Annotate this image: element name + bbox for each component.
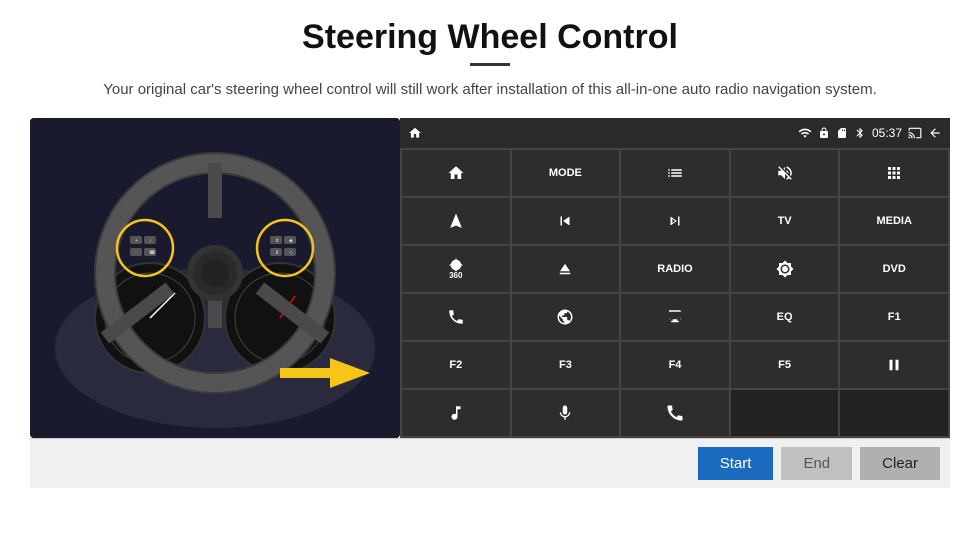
btn-phone[interactable] (402, 294, 510, 340)
page-title: Steering Wheel Control (302, 18, 678, 57)
sd-icon (836, 127, 848, 139)
title-divider (470, 63, 510, 66)
btn-radio[interactable]: RADIO (621, 246, 729, 292)
btn-mode[interactable]: MODE (512, 150, 620, 196)
time-display: 05:37 (872, 126, 902, 140)
btn-empty2 (840, 390, 948, 436)
btn-next[interactable] (621, 198, 729, 244)
btn-callend[interactable] (621, 390, 729, 436)
page-subtitle: Your original car's steering wheel contr… (103, 78, 877, 102)
svg-text:☎: ☎ (149, 250, 155, 256)
btn-eq[interactable]: EQ (731, 294, 839, 340)
status-right: 05:37 (798, 126, 942, 140)
btn-playpause[interactable] (840, 342, 948, 388)
btn-eject[interactable] (512, 246, 620, 292)
svg-text:⬇: ⬇ (275, 250, 279, 256)
btn-music[interactable] (402, 390, 510, 436)
btn-nav[interactable] (402, 198, 510, 244)
svg-text:⬆: ⬆ (275, 238, 279, 244)
btn-f4[interactable]: F4 (621, 342, 729, 388)
btn-f2[interactable]: F2 (402, 342, 510, 388)
content-area: + ♪ - ☎ ⬆ ◆ ⬇ ◇ (30, 118, 950, 438)
btn-apps[interactable] (840, 150, 948, 196)
svg-text:◇: ◇ (289, 250, 293, 256)
bluetooth-icon (854, 127, 866, 139)
lock-icon (818, 127, 830, 139)
bottom-action-bar: Start End Clear (30, 438, 950, 488)
btn-tv[interactable]: TV (731, 198, 839, 244)
status-left (408, 126, 422, 140)
button-grid: MODE TV (400, 148, 950, 438)
btn-list[interactable] (621, 150, 729, 196)
btn-empty1 (731, 390, 839, 436)
btn-f5[interactable]: F5 (731, 342, 839, 388)
end-button[interactable]: End (781, 447, 852, 480)
control-panel: 05:37 MODE (400, 118, 950, 438)
back-icon (928, 126, 942, 140)
clear-button[interactable]: Clear (860, 447, 940, 480)
btn-mic[interactable] (512, 390, 620, 436)
page-container: Steering Wheel Control Your original car… (0, 0, 980, 544)
svg-text:+: + (135, 238, 138, 244)
svg-text:◆: ◆ (289, 238, 293, 244)
btn-media[interactable]: MEDIA (840, 198, 948, 244)
home-status-icon (408, 126, 422, 140)
wifi-icon (798, 126, 812, 140)
btn-mute[interactable] (731, 150, 839, 196)
cast-icon (908, 126, 922, 140)
status-bar: 05:37 (400, 118, 950, 148)
btn-f1[interactable]: F1 (840, 294, 948, 340)
btn-dvd[interactable]: DVD (840, 246, 948, 292)
btn-prev[interactable] (512, 198, 620, 244)
btn-screen[interactable] (621, 294, 729, 340)
btn-f3[interactable]: F3 (512, 342, 620, 388)
steering-wheel-image: + ♪ - ☎ ⬆ ◆ ⬇ ◇ (30, 118, 400, 438)
btn-brightness[interactable] (731, 246, 839, 292)
btn-web[interactable] (512, 294, 620, 340)
start-button[interactable]: Start (698, 447, 774, 480)
btn-360cam[interactable]: 360 (402, 246, 510, 292)
btn-home[interactable] (402, 150, 510, 196)
